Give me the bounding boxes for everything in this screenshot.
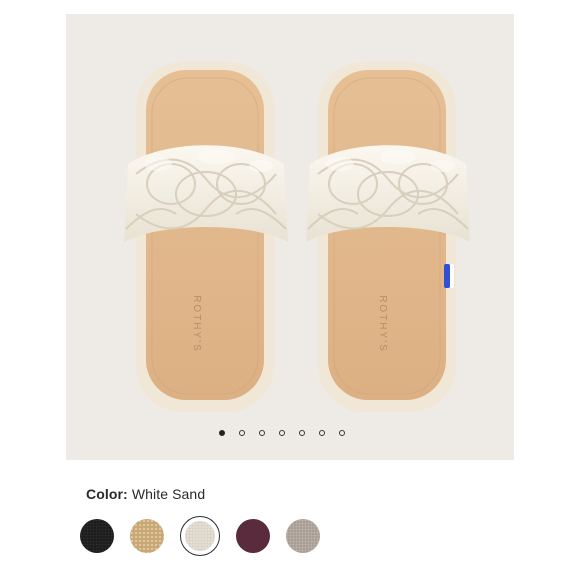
gallery-dot-1[interactable] bbox=[219, 430, 225, 436]
gallery-dot-6[interactable] bbox=[319, 430, 325, 436]
color-value: White Sand bbox=[131, 486, 206, 502]
swatch-fill bbox=[286, 519, 320, 553]
heel-tab bbox=[444, 264, 450, 288]
color-swatches bbox=[80, 516, 320, 556]
left-sandal: ROTHY'S bbox=[124, 62, 288, 412]
sandals-product-image: ROTHY'S ROTHY'S bbox=[124, 62, 470, 412]
right-sandal: ROTHY'S bbox=[306, 62, 470, 412]
swatch-fill bbox=[130, 519, 164, 553]
swatch-fill bbox=[185, 521, 215, 551]
left-insole-brand: ROTHY'S bbox=[191, 295, 202, 353]
grey-swatch[interactable] bbox=[286, 519, 320, 553]
gallery-dot-3[interactable] bbox=[259, 430, 265, 436]
gallery-dot-2[interactable] bbox=[239, 430, 245, 436]
right-insole-brand: ROTHY'S bbox=[377, 295, 388, 353]
color-label: Color: bbox=[86, 486, 128, 502]
black-swatch[interactable] bbox=[80, 519, 114, 553]
natural-swatch[interactable] bbox=[130, 519, 164, 553]
swatch-fill bbox=[236, 519, 270, 553]
product-gallery[interactable]: ROTHY'S ROTHY'S bbox=[66, 14, 514, 460]
swatch-fill bbox=[80, 519, 114, 553]
gallery-dot-4[interactable] bbox=[279, 430, 285, 436]
gallery-dot-7[interactable] bbox=[339, 430, 345, 436]
plum-swatch[interactable] bbox=[236, 519, 270, 553]
gallery-pagination bbox=[219, 429, 369, 437]
color-selection-label: Color: White Sand bbox=[86, 486, 205, 502]
product-page: ROTHY'S ROTHY'S Color: White Sand bbox=[66, 14, 514, 580]
white-sand-swatch[interactable] bbox=[180, 516, 220, 556]
gallery-dot-5[interactable] bbox=[299, 430, 305, 436]
